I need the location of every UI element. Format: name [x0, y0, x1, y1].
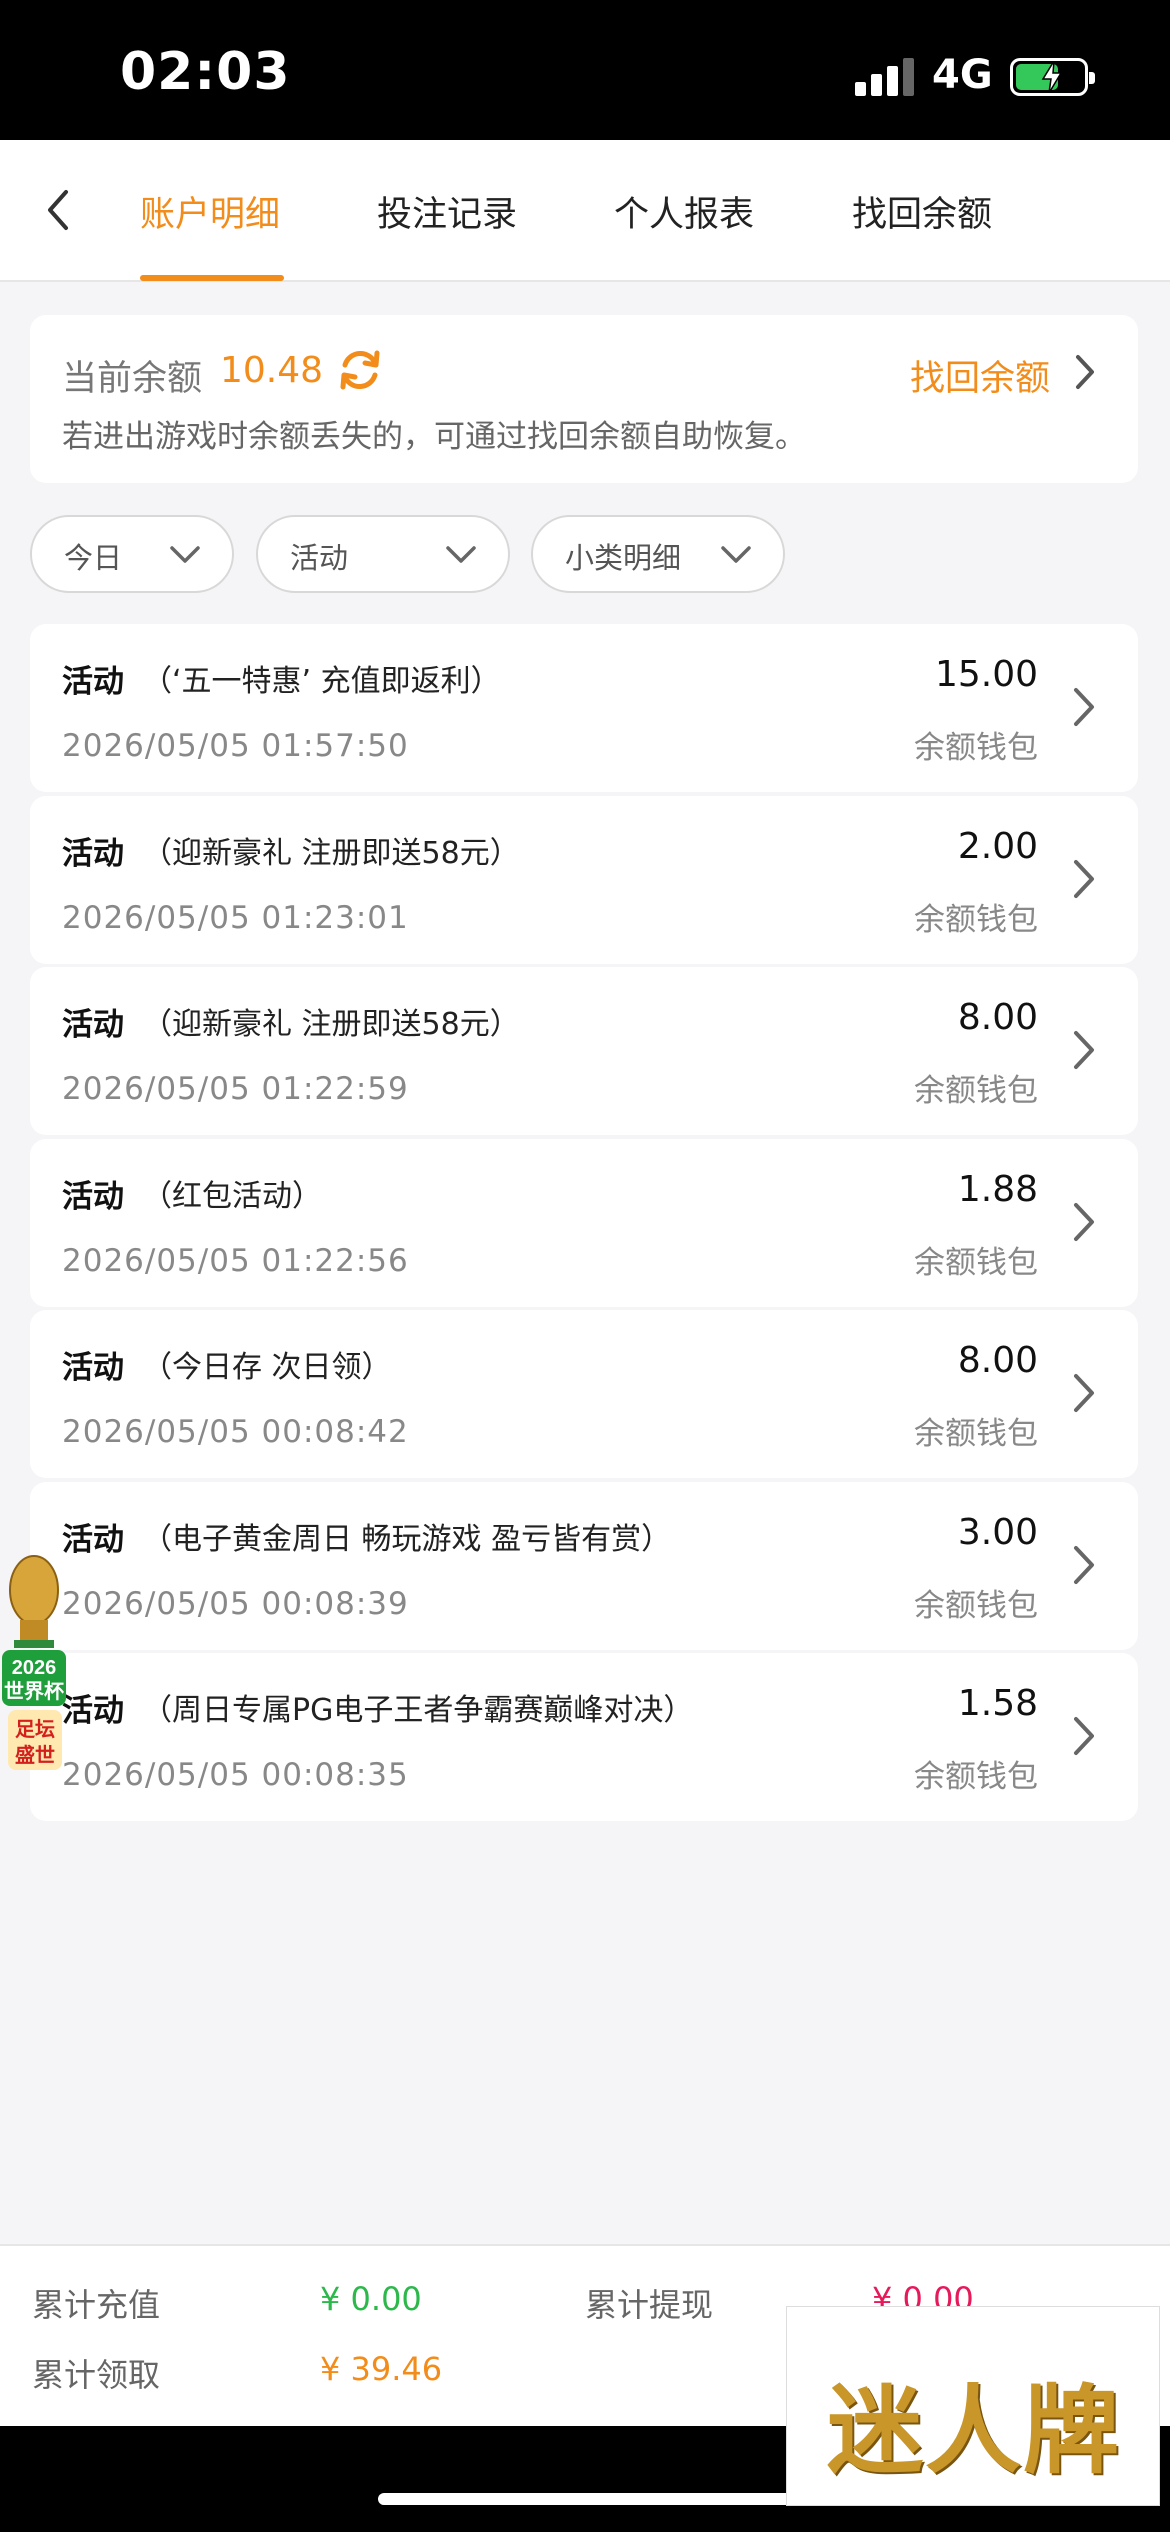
world-cup-promo-badge[interactable]: 2026 世界杯 足坛 盛世 [0, 1550, 70, 1790]
list-item[interactable]: 活动 （电子黄金周日 畅玩游戏 盈亏皆有赏） 2026/05/05 00:08:… [30, 1482, 1138, 1650]
record-time: 2026/05/05 01:57:50 [62, 728, 409, 764]
filter-subcategory[interactable]: 小类明细 [531, 515, 785, 593]
record-description: （迎新豪礼 注册即送58元） [142, 1007, 520, 1042]
recover-balance-link[interactable]: 找回余额 [910, 350, 1050, 401]
record-time: 2026/05/05 00:08:42 [62, 1414, 409, 1450]
status-time: 02:03 [120, 42, 291, 102]
balance-hint: 若进出游戏时余额丢失的，可通过找回余额自助恢复。 [62, 419, 806, 455]
record-wallet: 余额钱包 [914, 1416, 1038, 1452]
record-amount: 1.58 [957, 1683, 1038, 1724]
header-tabs: 账户明细 投注记录 个人报表 找回余额 [0, 140, 1170, 282]
record-description: （今日存 次日领） [142, 1350, 392, 1385]
home-indicator[interactable] [378, 2493, 792, 2505]
chevron-right-icon [1074, 1031, 1094, 1069]
balance-card: 当前余额 10.48 找回余额 若进出游戏时余额丢失的，可通过找回余额自助恢复。 [30, 315, 1138, 483]
record-type: 活动 [62, 836, 124, 872]
refresh-icon[interactable] [335, 345, 385, 395]
chevron-right-icon [1074, 1717, 1094, 1755]
filter-date-label: 今日 [64, 541, 123, 575]
back-button[interactable] [30, 180, 90, 240]
record-wallet: 余额钱包 [914, 1073, 1038, 1109]
network-type: 4G [932, 52, 993, 98]
record-wallet: 余额钱包 [914, 730, 1038, 766]
record-type: 活动 [62, 1179, 124, 1215]
record-time: 2026/05/05 01:22:59 [62, 1071, 409, 1107]
tab-personal-report[interactable]: 个人报表 [614, 186, 754, 237]
record-wallet: 余额钱包 [914, 1759, 1038, 1795]
total-claim-label: 累计领取 [32, 2356, 161, 2394]
badge-line3: 足坛 [15, 1717, 55, 1741]
tab-bet-records[interactable]: 投注记录 [377, 186, 517, 237]
list-item[interactable]: 活动 （今日存 次日领） 2026/05/05 00:08:42 8.00 余额… [30, 1310, 1138, 1478]
chevron-right-icon [1074, 860, 1094, 898]
record-description: （红包活动） [142, 1179, 322, 1214]
active-tab-indicator [140, 275, 284, 281]
total-claim-value: ¥ 39.46 [320, 2350, 443, 2388]
chevron-right-icon [1074, 1203, 1094, 1241]
record-type: 活动 [62, 1007, 124, 1043]
chevron-right-icon [1074, 1546, 1094, 1584]
list-item[interactable]: 活动 （迎新豪礼 注册即送58元） 2026/05/05 01:22:59 8.… [30, 967, 1138, 1135]
signal-icon [855, 58, 915, 96]
record-amount: 2.00 [957, 826, 1038, 867]
chevron-right-icon [1074, 688, 1094, 726]
record-wallet: 余额钱包 [914, 902, 1038, 938]
total-withdraw-label: 累计提现 [585, 2286, 714, 2324]
filter-date[interactable]: 今日 [30, 515, 234, 593]
tab-recover-balance[interactable]: 找回余额 [852, 186, 992, 237]
list-item[interactable]: 活动 （周日专属PG电子王者争霸赛巅峰对决） 2026/05/05 00:08:… [30, 1653, 1138, 1821]
chevron-down-icon [721, 546, 751, 563]
total-recharge-value: ¥ 0.00 [320, 2280, 422, 2318]
record-time: 2026/05/05 01:22:56 [62, 1243, 409, 1279]
record-type: 活动 [62, 664, 124, 700]
watermark-text: 迷人牌 [827, 2374, 1121, 2487]
list-item[interactable]: 活动 （红包活动） 2026/05/05 01:22:56 1.88 余额钱包 [30, 1139, 1138, 1307]
record-amount: 1.88 [957, 1169, 1038, 1210]
record-description: （电子黄金周日 畅玩游戏 盈亏皆有赏） [142, 1522, 672, 1557]
badge-title: 世界杯 [4, 1679, 64, 1703]
filter-category-label: 活动 [290, 541, 349, 575]
chevron-left-icon [48, 190, 68, 230]
chevron-down-icon [170, 546, 200, 563]
record-description: （迎新豪礼 注册即送58元） [142, 836, 520, 871]
watermark-logo: 迷人牌 [786, 2306, 1160, 2506]
record-amount: 8.00 [957, 1340, 1038, 1381]
filter-subcategory-label: 小类明细 [565, 541, 682, 575]
tab-account-details[interactable]: 账户明细 [140, 186, 280, 237]
record-type: 活动 [62, 1522, 124, 1558]
record-type: 活动 [62, 1350, 124, 1386]
record-description: （‘五一特惠’ 充值即返利） [142, 664, 501, 699]
chevron-right-icon [1074, 1374, 1094, 1412]
record-time: 2026/05/05 00:08:39 [62, 1586, 409, 1622]
badge-year: 2026 [12, 1657, 57, 1679]
list-item[interactable]: 活动 （‘五一特惠’ 充值即返利） 2026/05/05 01:57:50 15… [30, 624, 1138, 792]
battery-icon [1010, 58, 1095, 96]
record-time: 2026/05/05 01:23:01 [62, 900, 409, 936]
chevron-down-icon [446, 546, 476, 563]
badge-line4: 盛世 [15, 1743, 55, 1767]
list-item[interactable]: 活动 （迎新豪礼 注册即送58元） 2026/05/05 01:23:01 2.… [30, 796, 1138, 964]
chevron-right-icon [1076, 355, 1094, 389]
status-bar: 02:03 4G [0, 0, 1170, 140]
total-recharge-label: 累计充值 [32, 2286, 161, 2324]
balance-value: 10.48 [220, 350, 324, 391]
record-wallet: 余额钱包 [914, 1245, 1038, 1281]
record-amount: 15.00 [934, 654, 1038, 695]
record-description: （周日专属PG电子王者争霸赛巅峰对决） [142, 1693, 694, 1728]
record-time: 2026/05/05 00:08:35 [62, 1757, 409, 1793]
record-amount: 3.00 [957, 1512, 1038, 1553]
record-type: 活动 [62, 1693, 124, 1729]
balance-label: 当前余额 [62, 359, 203, 399]
record-wallet: 余额钱包 [914, 1588, 1038, 1624]
record-amount: 8.00 [957, 997, 1038, 1038]
filter-category[interactable]: 活动 [256, 515, 510, 593]
